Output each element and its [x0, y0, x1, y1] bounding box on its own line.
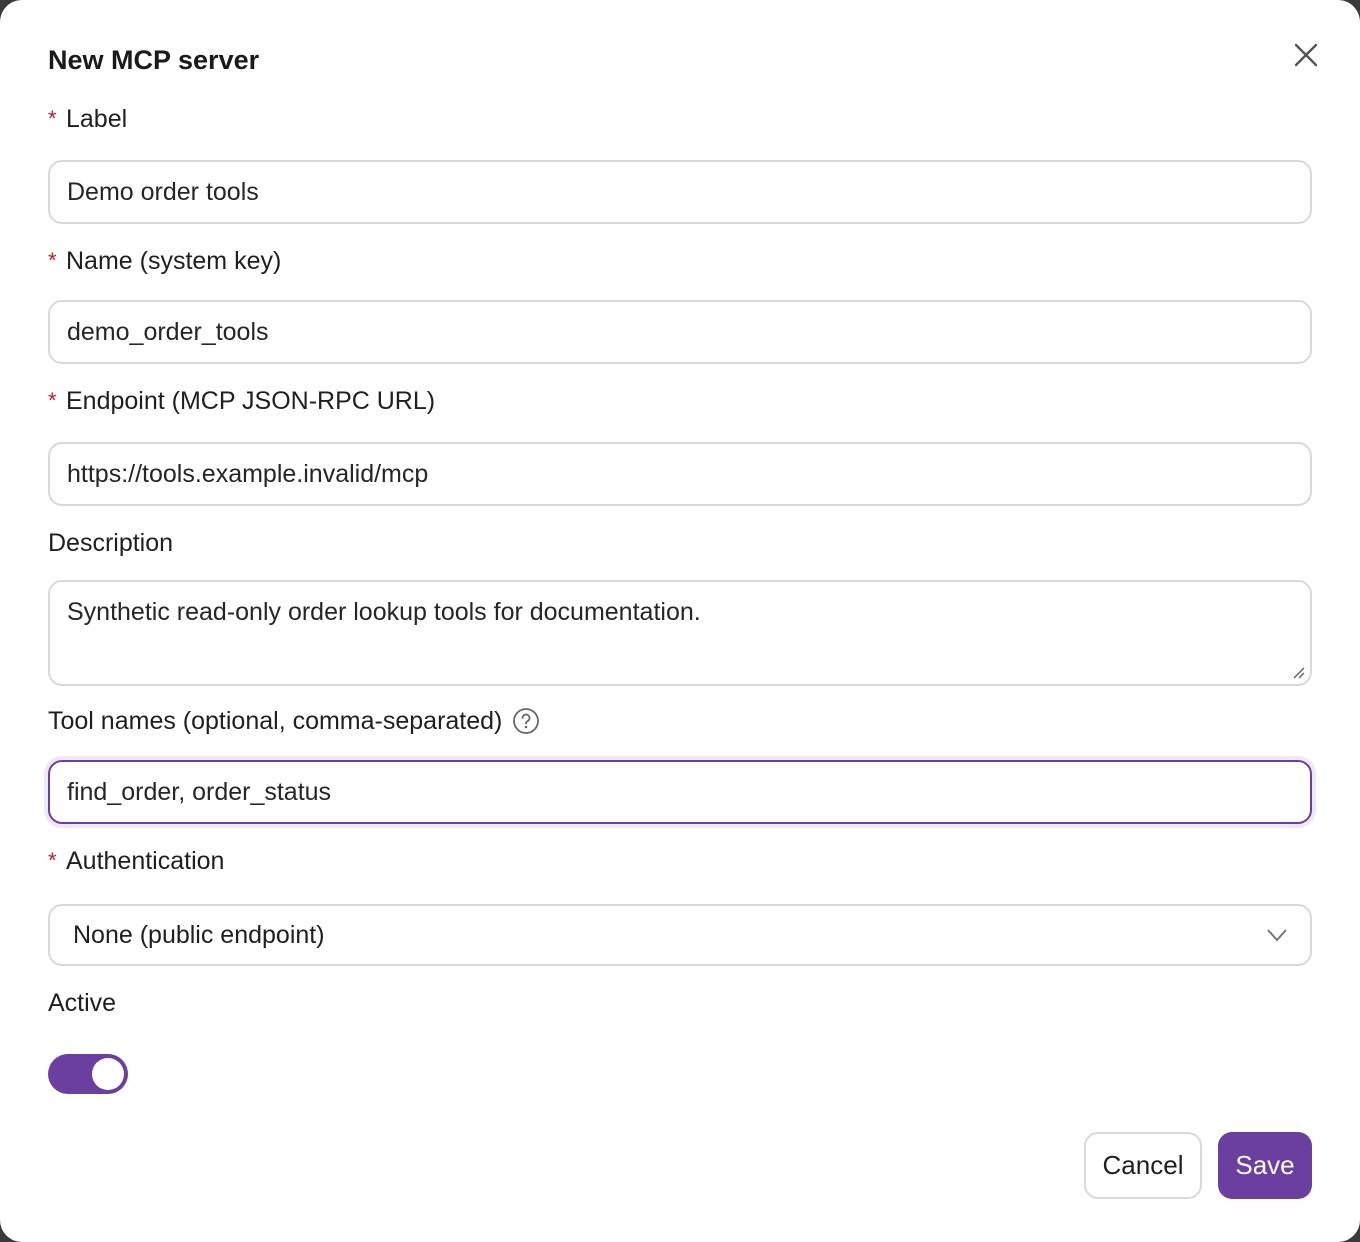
endpoint-input[interactable]: https://tools.example.invalid/mcp	[48, 442, 1312, 506]
required-marker: *	[48, 388, 57, 413]
endpoint-field-label-text: Endpoint (MCP JSON-RPC URL)	[66, 387, 436, 415]
tool-names-input[interactable]: find_order, order_status	[48, 760, 1312, 824]
close-button[interactable]	[1288, 37, 1324, 73]
active-toggle[interactable]	[48, 1054, 128, 1094]
dialog-title: New MCP server	[48, 45, 260, 75]
tool-names-field-label-text: Tool names (optional, comma-separated)	[48, 707, 503, 735]
close-icon	[1294, 43, 1318, 67]
endpoint-field-label: * Endpoint (MCP JSON-RPC URL)	[48, 385, 435, 417]
authentication-select[interactable]: None (public endpoint)	[48, 904, 1312, 966]
resize-handle-icon[interactable]	[1290, 664, 1306, 680]
new-mcp-server-dialog: New MCP server * Label Demo order tools …	[0, 0, 1360, 1242]
description-field-label: Description	[48, 529, 174, 557]
save-button[interactable]: Save	[1218, 1132, 1312, 1199]
name-field-label-text: Name (system key)	[66, 247, 282, 275]
tool-names-field-label: Tool names (optional, comma-separated)	[48, 705, 540, 737]
authentication-field-label: * Authentication	[48, 845, 224, 877]
name-input[interactable]: demo_order_tools	[48, 300, 1312, 364]
authentication-field-label-text: Authentication	[66, 847, 225, 875]
toggle-knob	[92, 1058, 124, 1090]
name-input-value: demo_order_tools	[67, 317, 269, 346]
active-field-label: Active	[48, 989, 117, 1017]
label-field-label-text: Label	[66, 105, 128, 133]
description-textarea-value: Synthetic read-only order lookup tools f…	[67, 598, 701, 626]
question-circle-icon[interactable]	[512, 707, 540, 735]
endpoint-input-value: https://tools.example.invalid/mcp	[67, 459, 429, 488]
label-input-value: Demo order tools	[67, 177, 259, 206]
chevron-down-icon	[1267, 929, 1287, 942]
required-marker: *	[48, 106, 57, 131]
required-marker: *	[48, 248, 57, 273]
description-textarea[interactable]: Synthetic read-only order lookup tools f…	[48, 580, 1312, 686]
tool-names-input-value: find_order, order_status	[67, 777, 332, 806]
authentication-selected-value: None (public endpoint)	[73, 920, 325, 949]
cancel-button[interactable]: Cancel	[1084, 1132, 1202, 1199]
name-field-label: * Name (system key)	[48, 245, 281, 277]
label-field-label: * Label	[48, 103, 127, 135]
label-input[interactable]: Demo order tools	[48, 160, 1312, 224]
required-marker: *	[48, 848, 57, 873]
